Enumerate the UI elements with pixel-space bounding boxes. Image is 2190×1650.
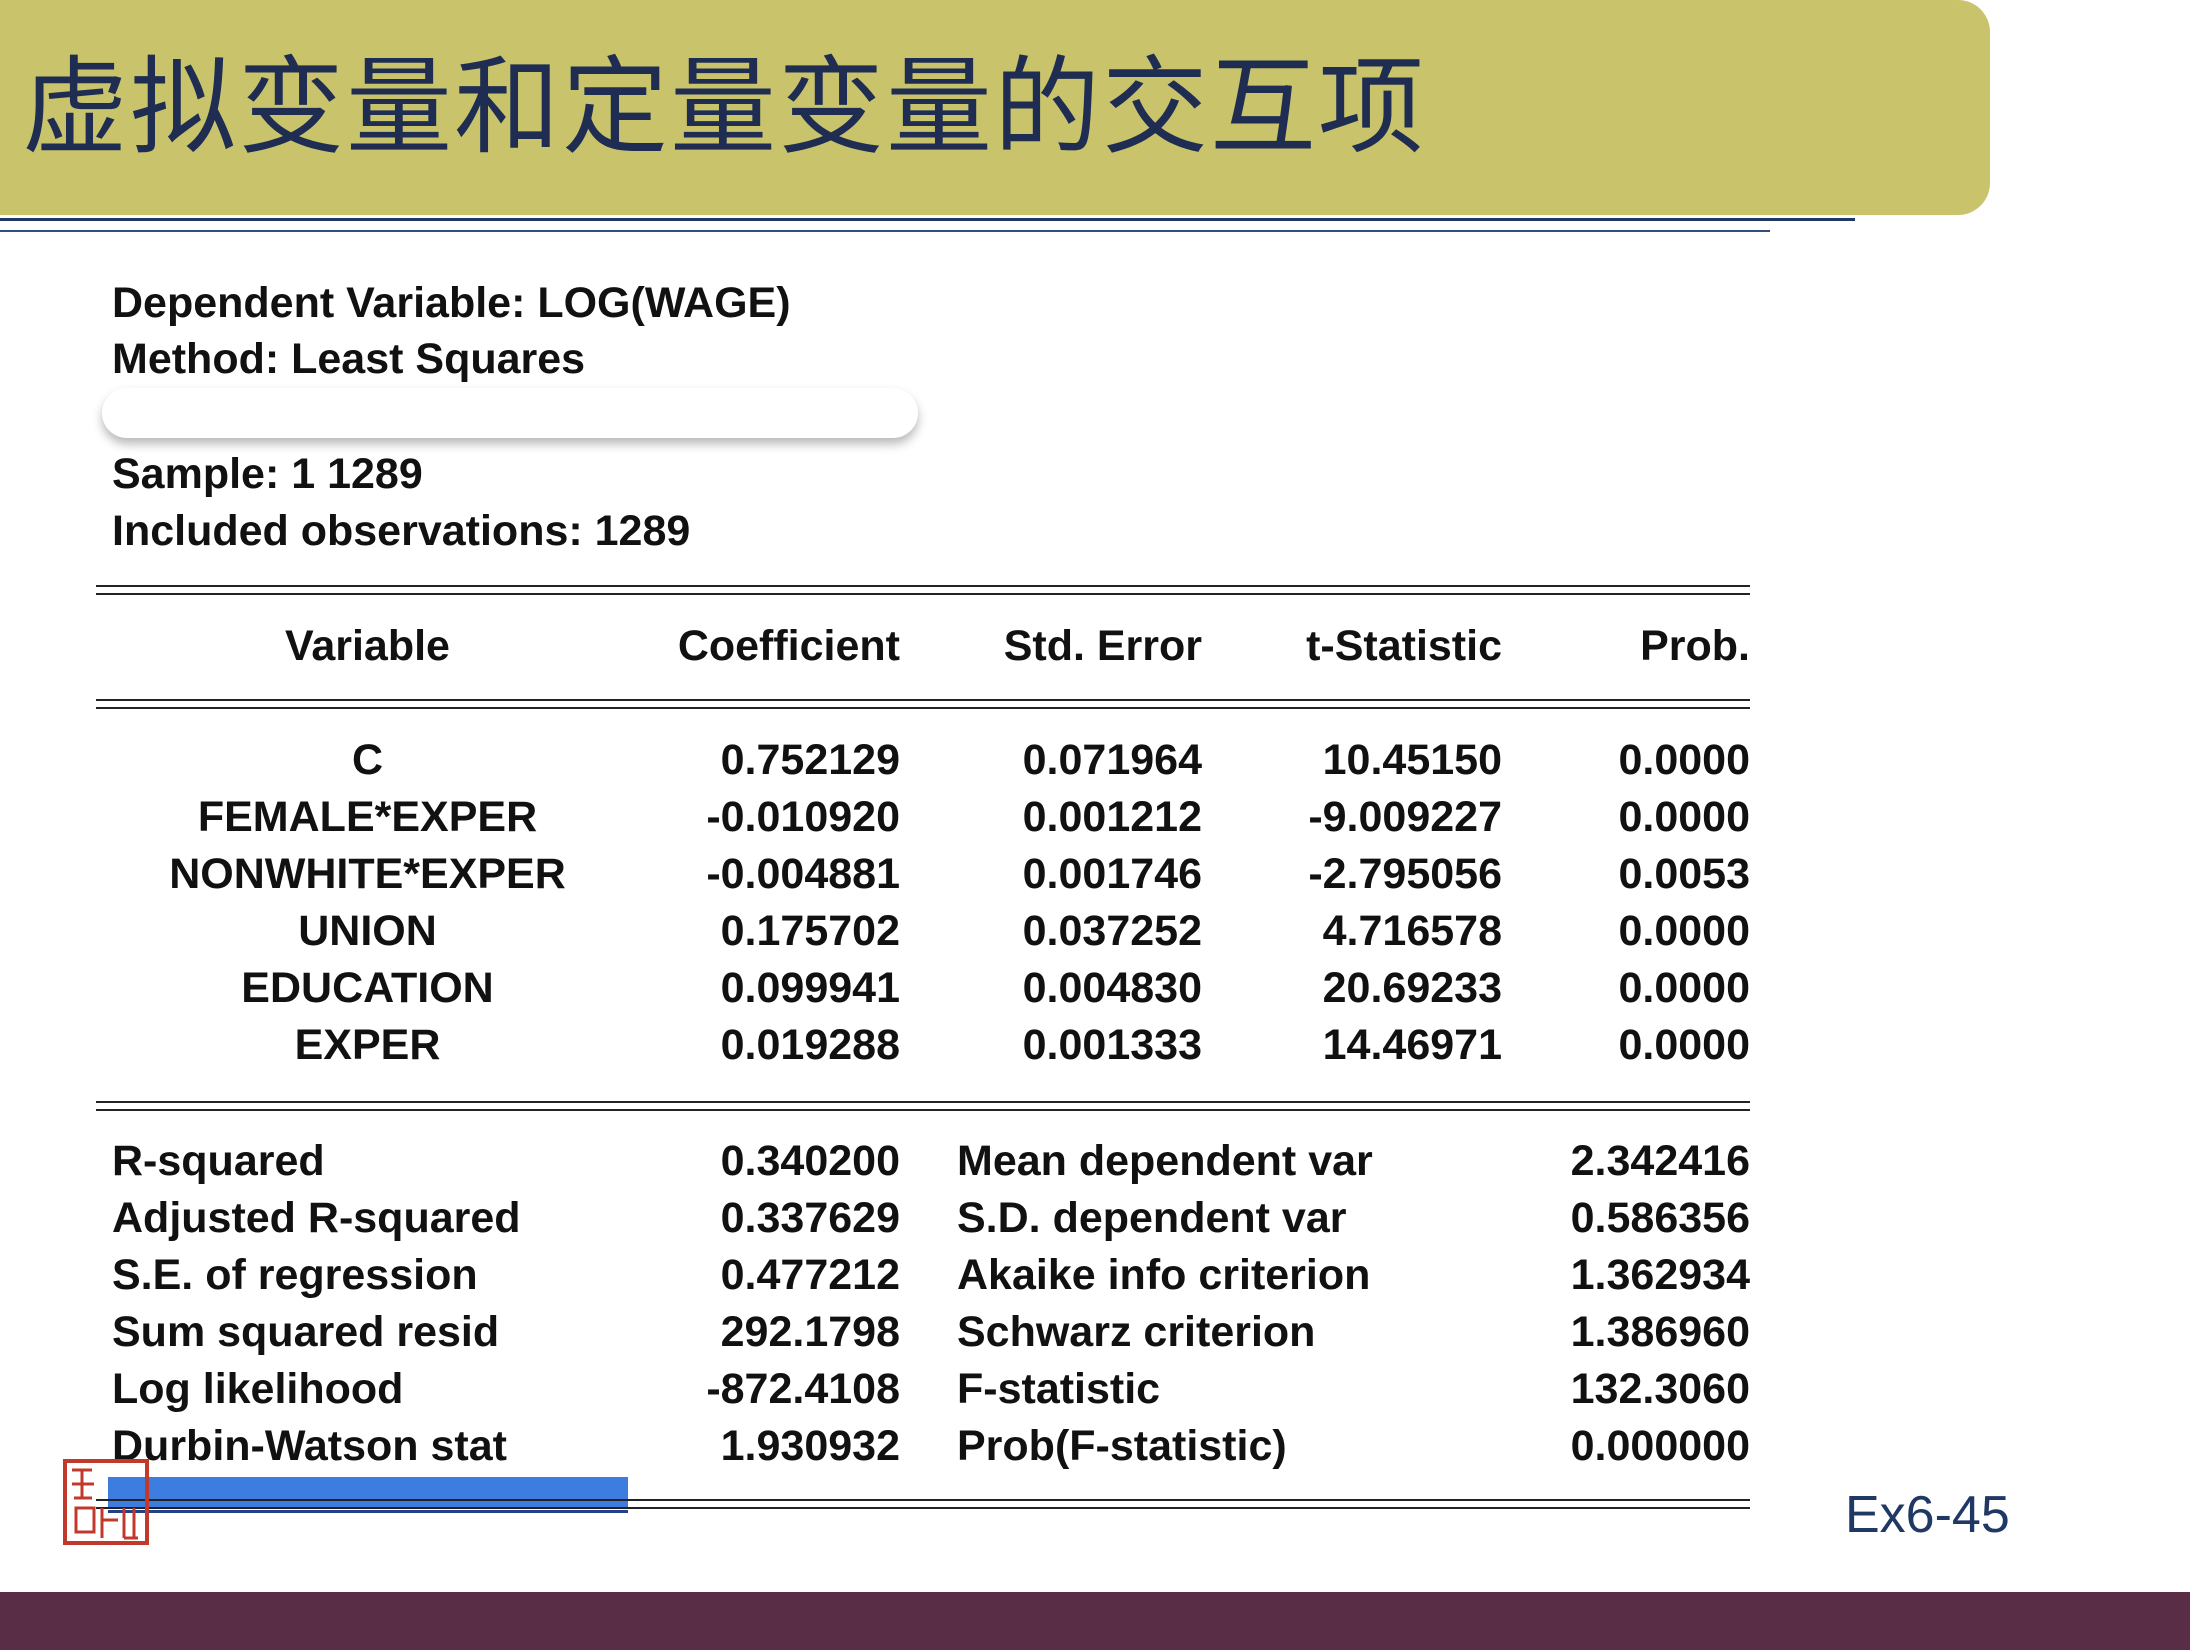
table-header-rule xyxy=(96,699,1750,709)
method: Method: Least Squares xyxy=(112,335,586,383)
cell-std-error: 0.037252 xyxy=(1022,907,1202,955)
stat-label: Schwarz criterion xyxy=(957,1308,1316,1356)
stat-label: Sum squared resid xyxy=(112,1308,500,1356)
cell-t-statistic: 14.46971 xyxy=(1322,1021,1502,1069)
col-variable: Variable xyxy=(285,622,450,670)
highlight-underline xyxy=(108,1510,628,1513)
col-t-statistic: t-Statistic xyxy=(1306,622,1502,670)
hidden-band xyxy=(102,388,918,438)
col-std-error: Std. Error xyxy=(1003,622,1202,670)
cell-coefficient: -0.004881 xyxy=(706,850,900,898)
cell-t-statistic: 4.716578 xyxy=(1322,907,1502,955)
stat-label: Akaike info criterion xyxy=(957,1251,1371,1299)
dependent-variable: Dependent Variable: LOG(WAGE) xyxy=(112,279,791,327)
cell-variable: C xyxy=(351,736,384,784)
cell-coefficient: 0.099941 xyxy=(720,964,900,1012)
stat-value: 1.930932 xyxy=(720,1422,900,1470)
stat-label: S.E. of regression xyxy=(112,1251,478,1299)
cell-t-statistic: 10.45150 xyxy=(1322,736,1502,784)
slide-title: 虚拟变量和定量变量的交互项 xyxy=(22,46,1426,169)
stat-value: 1.362934 xyxy=(1570,1251,1750,1299)
cell-variable: EXPER xyxy=(294,1021,441,1069)
table-top-rule xyxy=(96,585,1750,595)
slide-reference: Ex6-45 xyxy=(1845,1486,2010,1544)
seal-stamp-icon xyxy=(63,1459,149,1545)
cell-prob: 0.0053 xyxy=(1618,850,1750,898)
cell-prob: 0.0000 xyxy=(1618,964,1750,1012)
stat-label: R-squared xyxy=(112,1137,325,1185)
col-coefficient: Coefficient xyxy=(677,622,900,670)
title-rule xyxy=(0,218,1855,221)
stat-value: 2.342416 xyxy=(1570,1137,1750,1185)
cell-std-error: 0.071964 xyxy=(1022,736,1202,784)
stat-value: 292.1798 xyxy=(720,1308,900,1356)
cell-variable: FEMALE*EXPER xyxy=(197,793,538,841)
cell-std-error: 0.001746 xyxy=(1022,850,1202,898)
cell-variable: NONWHITE*EXPER xyxy=(169,850,566,898)
table-bottom-rule xyxy=(96,1499,1750,1509)
stat-value: 0.477212 xyxy=(720,1251,900,1299)
cell-t-statistic: -9.009227 xyxy=(1308,793,1502,841)
stat-value: 132.3060 xyxy=(1570,1365,1750,1413)
stat-label: Mean dependent var xyxy=(957,1137,1373,1185)
footer-bar xyxy=(0,1592,2190,1650)
cell-t-statistic: -2.795056 xyxy=(1308,850,1502,898)
stat-value: 0.337629 xyxy=(720,1194,900,1242)
cell-coefficient: 0.752129 xyxy=(720,736,900,784)
cell-std-error: 0.001333 xyxy=(1022,1021,1202,1069)
cell-std-error: 0.001212 xyxy=(1022,793,1202,841)
stat-label: Durbin-Watson stat xyxy=(112,1422,507,1470)
stat-value: -872.4108 xyxy=(706,1365,900,1413)
cell-coefficient: 0.019288 xyxy=(720,1021,900,1069)
cell-variable: EDUCATION xyxy=(241,964,494,1012)
table-mid-rule xyxy=(96,1101,1750,1111)
stat-label: S.D. dependent var xyxy=(957,1194,1347,1242)
cell-coefficient: 0.175702 xyxy=(720,907,900,955)
stat-label: Prob(F-statistic) xyxy=(957,1422,1287,1470)
cell-variable: UNION xyxy=(298,907,437,955)
sample: Sample: 1 1289 xyxy=(112,450,423,498)
cell-t-statistic: 20.69233 xyxy=(1322,964,1502,1012)
stat-value: 0.586356 xyxy=(1570,1194,1750,1242)
stat-value: 1.386960 xyxy=(1570,1308,1750,1356)
stat-value: 0.000000 xyxy=(1570,1422,1750,1470)
included-observations: Included observations: 1289 xyxy=(112,507,691,555)
stat-label: F-statistic xyxy=(957,1365,1161,1413)
stat-label: Adjusted R-squared xyxy=(112,1194,521,1242)
cell-prob: 0.0000 xyxy=(1618,793,1750,841)
stat-value: 0.340200 xyxy=(720,1137,900,1185)
cell-coefficient: -0.010920 xyxy=(706,793,900,841)
cell-std-error: 0.004830 xyxy=(1022,964,1202,1012)
stat-label: Log likelihood xyxy=(112,1365,404,1413)
cell-prob: 0.0000 xyxy=(1618,736,1750,784)
cell-prob: 0.0000 xyxy=(1618,1021,1750,1069)
title-rule-thin xyxy=(0,230,1770,232)
col-prob: Prob. xyxy=(1640,622,1750,670)
cell-prob: 0.0000 xyxy=(1618,907,1750,955)
